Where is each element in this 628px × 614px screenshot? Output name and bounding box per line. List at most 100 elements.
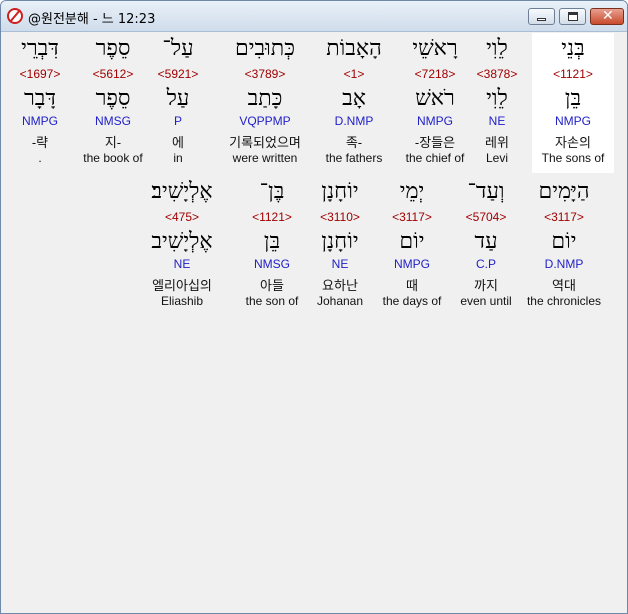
hebrew-word: עַל־: [162, 36, 194, 61]
morphology-code: NMPG: [555, 114, 591, 128]
morphology-code: P: [173, 114, 182, 128]
verse-line: הַיָּמִים <3117> יוֹם D.NMP 역대 the chronicles…: [2, 176, 626, 316]
korean-gloss: -략: [31, 135, 49, 150]
morphology-code: NMPG: [22, 114, 58, 128]
korean-gloss: 자손의: [555, 135, 591, 150]
word-cell[interactable]: בְּנֵי <1121> בֵּן NMPG 자손의 The sons of: [532, 33, 614, 173]
morphology-code: NE: [331, 257, 349, 271]
strong-number: <475>: [164, 210, 200, 224]
strong-number: <3117>: [392, 210, 432, 224]
word-cell[interactable]: סֵפֶר <5612> סֵפֶר NMSG 지-the book of: [78, 33, 148, 173]
word-cell[interactable]: כְּתוּבִים <3789> כָּתַב VQPPMP 기록되었으며 were w…: [212, 33, 318, 173]
interlinear-view: בְּנֵי <1121> בֵּן NMPG 자손의 The sons of לֵוִי <…: [2, 32, 626, 612]
lemma: בֵּן: [263, 229, 281, 254]
hebrew-word: הָאָבוֹת: [326, 36, 382, 61]
english-gloss: the book of: [83, 151, 143, 165]
korean-gloss: 때: [406, 278, 418, 293]
title-bar[interactable]: @원전분해 - 느 12:23 ✕: [1, 1, 627, 32]
morphology-code: NMSG: [254, 257, 290, 271]
korean-gloss: 기록되었으며: [229, 135, 301, 150]
korean-gloss: -장들은: [414, 135, 456, 150]
maximize-icon: [568, 12, 578, 21]
word-cell[interactable]: יוֹחָנָן <3110> יוֹחָנָן NE 요하난 Johanan: [306, 176, 374, 316]
hebrew-word: רָאשֵׁי: [412, 36, 458, 61]
hebrew-word: דִּבְרֵי: [21, 36, 59, 61]
hebrew-word: בְּנֵי: [561, 36, 585, 61]
lemma: אָב: [342, 86, 366, 111]
maximize-button[interactable]: [559, 8, 586, 25]
hebrew-word: כְּתוּבִים: [235, 36, 295, 61]
word-cell[interactable]: הָאָבוֹת <1> אָב D.NMP 족-the fathers: [316, 33, 392, 173]
morphology-code: D.NMP: [544, 257, 584, 271]
strong-number: <7218>: [414, 67, 456, 81]
word-cell[interactable]: רָאשֵׁי <7218> רֹאשׁ NMPG -장들은 the chief of: [390, 33, 480, 173]
close-icon: ✕: [602, 8, 614, 24]
hebrew-word: וְעַד־: [467, 179, 505, 204]
strong-number: <5704>: [465, 210, 507, 224]
english-gloss: .: [38, 151, 42, 165]
strong-number: <3117>: [544, 210, 584, 224]
lemma: דָּבָר: [24, 86, 56, 111]
lemma: כָּתַב: [247, 86, 283, 111]
word-cell[interactable]: עַל־ <5921> עַל P 에 in: [142, 33, 214, 173]
lemma: אֶלְיָשִׁיב: [151, 229, 213, 254]
korean-gloss: 엘리아십의: [152, 278, 212, 293]
morphology-code: NMPG: [417, 114, 453, 128]
word-cell[interactable]: בֶּן־ <1121> בֵּן NMSG 아들 the son of: [234, 176, 310, 316]
strong-number: <1697>: [19, 67, 61, 81]
lemma: יוֹם: [551, 229, 577, 254]
english-gloss: were written: [232, 151, 298, 165]
english-gloss: the chief of: [405, 151, 465, 165]
morphology-code: C.P: [475, 257, 496, 271]
morphology-code: VQPPMP: [239, 114, 291, 128]
lemma: רֹאשׁ: [415, 86, 455, 111]
english-gloss: even until: [460, 294, 512, 308]
strong-number: <1121>: [553, 67, 593, 81]
english-gloss: in: [173, 151, 183, 165]
minimize-icon: [537, 18, 546, 21]
korean-gloss: 족-: [345, 135, 363, 150]
word-cell[interactable]: הַיָּמִים <3117> יוֹם D.NMP 역대 the chronicles: [520, 176, 608, 316]
morphology-code: NMPG: [394, 257, 430, 271]
strong-number: <1121>: [252, 210, 292, 224]
strong-number: <5921>: [157, 67, 199, 81]
close-button[interactable]: ✕: [590, 8, 624, 25]
english-gloss: Eliashib: [160, 294, 204, 308]
verse-line: בְּנֵי <1121> בֵּן NMPG 자손의 The sons of לֵוִי <…: [2, 33, 626, 173]
hebrew-word: הַיָּמִים: [538, 179, 590, 204]
english-gloss: the son of: [245, 294, 299, 308]
korean-gloss: 까지: [474, 278, 498, 293]
app-window: @원전분해 - 느 12:23 ✕ בְּנֵי <1121> בֵּן NMPG 자손…: [0, 0, 628, 614]
english-gloss: the chronicles: [526, 294, 602, 308]
word-cell[interactable]: וְעַד־ <5704> עַד C.P 까지 even until: [448, 176, 524, 316]
english-gloss: the fathers: [325, 151, 383, 165]
morphology-code: NMSG: [95, 114, 131, 128]
word-cell[interactable]: אֶלְיָשִׁיב׃ <475> אֶלְיָשִׁיב NE 엘리아십의 Elias…: [132, 176, 232, 316]
app-icon[interactable]: [7, 8, 23, 24]
strong-number: <5612>: [92, 67, 134, 81]
korean-gloss: 역대: [552, 278, 576, 293]
lemma: עַד: [474, 229, 498, 254]
korean-gloss: 에: [172, 135, 184, 150]
lemma: יוֹחָנָן: [321, 229, 359, 254]
strong-number: <1>: [343, 67, 365, 81]
english-gloss: The sons of: [541, 151, 605, 165]
hebrew-word: יוֹחָנָן: [321, 179, 359, 204]
lemma: בֵּן: [564, 86, 582, 111]
minimize-button[interactable]: [528, 8, 555, 25]
word-cell[interactable]: דִּבְרֵי <1697> דָּבָר NMPG -략.: [2, 33, 78, 173]
lemma: סֵפֶר: [95, 86, 131, 111]
strong-number: <3110>: [320, 210, 360, 224]
hebrew-word: בֶּן־: [259, 179, 285, 204]
korean-gloss: 아들: [260, 278, 284, 293]
strong-number: <3789>: [244, 67, 286, 81]
korean-gloss: 지-: [104, 135, 122, 150]
window-title: @원전분해 - 느 12:23: [28, 12, 156, 27]
english-gloss: Johanan: [316, 294, 364, 308]
lemma: עַל: [166, 86, 190, 111]
word-cell[interactable]: יְמֵי <3117> יוֹם NMPG 때 the days of: [372, 176, 452, 316]
morphology-code: NE: [173, 257, 191, 271]
morphology-code: D.NMP: [334, 114, 374, 128]
hebrew-word: יְמֵי: [399, 179, 425, 204]
lemma: יוֹם: [399, 229, 425, 254]
